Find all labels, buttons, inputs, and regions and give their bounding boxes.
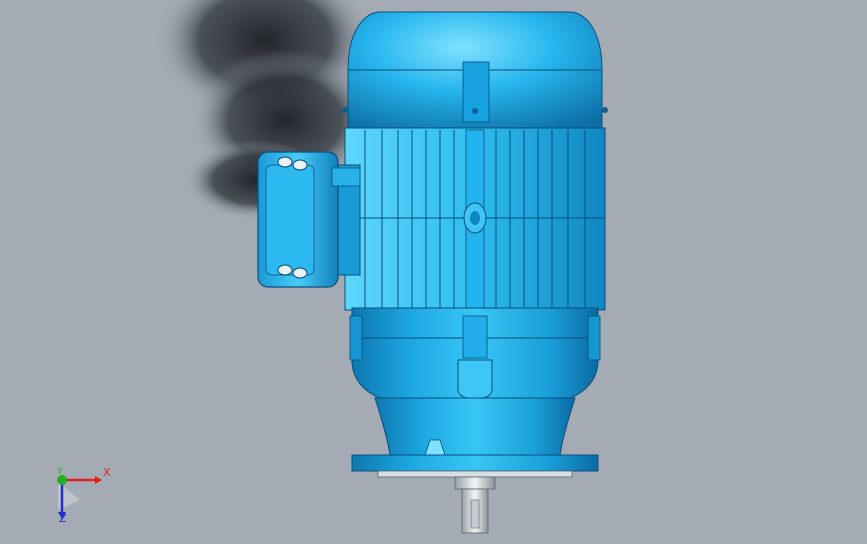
z-axis-label: Z — [59, 512, 67, 525]
motor-model-view[interactable] — [0, 0, 867, 544]
output-shaft[interactable] — [454, 476, 496, 534]
flange-neck[interactable] — [374, 397, 576, 456]
coordinate-triad: X Y Z — [40, 462, 120, 532]
y-axis-label: Y — [57, 467, 63, 477]
end-shield[interactable] — [349, 307, 601, 400]
graphics-viewport[interactable]: X Y Z — [0, 0, 867, 544]
motor-frame-fins[interactable] — [344, 127, 606, 311]
terminal-box[interactable] — [257, 151, 361, 288]
fan-cover[interactable] — [342, 11, 608, 131]
mounting-flange[interactable] — [351, 454, 599, 478]
x-axis-label: X — [103, 466, 111, 479]
